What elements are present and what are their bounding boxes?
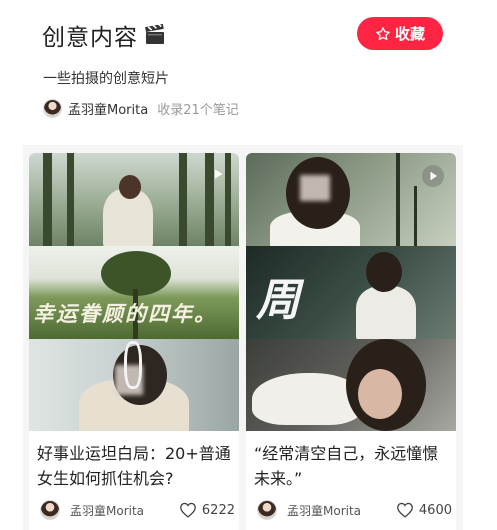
avatar[interactable] [40, 500, 60, 520]
note-card[interactable]: 幸运眷顾的四年。 好事业运坦白局：20+普通女生如何抓住机会? 孟羽童Morit… [29, 153, 239, 530]
clapper-board-icon [144, 22, 166, 46]
note-cover-image[interactable]: 周游 [246, 153, 456, 431]
cover-frame: 幸运眷顾的四年。 [29, 246, 239, 339]
like-count: 4600 [418, 502, 452, 518]
note-footer: 孟羽童Morita 4600 [257, 498, 452, 522]
cover-frame [246, 339, 456, 431]
collect-label: 收藏 [394, 25, 425, 43]
note-author[interactable]: 孟羽童Morita [70, 502, 179, 519]
note-cover-image[interactable]: 幸运眷顾的四年。 [29, 153, 239, 431]
cover-frame [29, 153, 239, 246]
note-card[interactable]: 周游 “经常清空自己，永远憧憬未来。” 孟羽童Morita 4600 [246, 153, 456, 530]
note-footer: 孟羽童Morita 6222 [40, 498, 235, 522]
author-name[interactable]: 孟羽童Morita [68, 99, 148, 118]
collection-author[interactable]: 孟羽童Morita 收录21个笔记 [43, 99, 239, 118]
title-row: 创意内容 [42, 18, 166, 52]
heart-outline-icon [179, 502, 196, 518]
note-count: 收录21个笔记 [157, 103, 239, 118]
cover-text: 幸运眷顾的四年。 [33, 301, 217, 326]
cover-frame: 周游 [246, 246, 456, 339]
note-title[interactable]: 好事业运坦白局：20+普通女生如何抓住机会? [37, 441, 233, 491]
collection-header: 创意内容 收藏 一些拍摄的创意短片 孟羽童Morita 收录21个笔记 [0, 0, 497, 145]
note-author[interactable]: 孟羽童Morita [287, 502, 396, 519]
note-title[interactable]: “经常清空自己，永远憧憬未来。” [254, 441, 450, 491]
collection-description: 一些拍摄的创意短片 [43, 71, 169, 87]
video-play-icon [422, 165, 444, 187]
star-outline-icon [376, 26, 390, 40]
collect-button[interactable]: 收藏 [357, 17, 443, 50]
avatar[interactable] [43, 99, 62, 118]
avatar[interactable] [257, 500, 277, 520]
cover-frame [29, 339, 239, 431]
like-count: 6222 [201, 502, 235, 518]
cover-frame [246, 153, 456, 246]
page-title: 创意内容 [42, 25, 138, 51]
like-button[interactable]: 6222 [179, 502, 235, 518]
like-button[interactable]: 4600 [396, 502, 452, 518]
video-play-icon [207, 163, 229, 185]
heart-outline-icon [396, 502, 413, 518]
